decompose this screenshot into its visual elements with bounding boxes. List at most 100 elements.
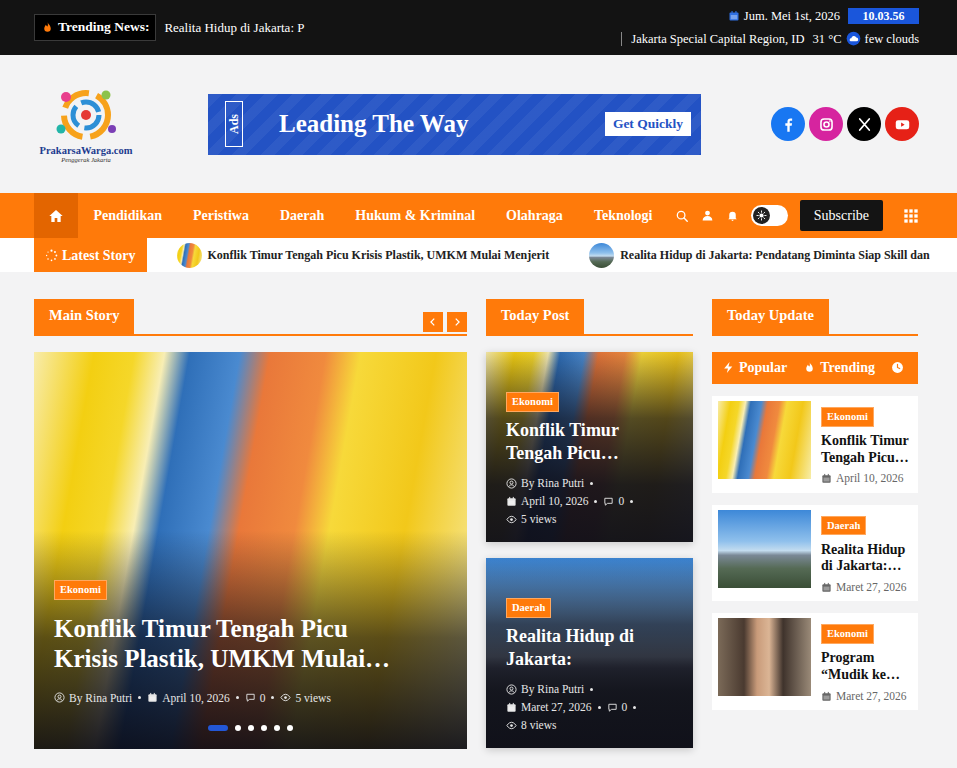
toggle-knob [753, 207, 770, 224]
nav-item[interactable]: Teknologi [578, 193, 668, 238]
nav-item[interactable]: Hukum & Kriminal [340, 193, 491, 238]
social-button[interactable] [885, 107, 919, 141]
chevron-left-icon [428, 317, 438, 327]
slider-arrows [423, 312, 467, 334]
category-tag[interactable]: Ekonomi [54, 580, 107, 600]
section-header: Today Post [486, 299, 693, 336]
theme-toggle[interactable] [751, 205, 788, 226]
post-title[interactable]: Realita Hidup di Jakarta: [506, 625, 673, 671]
weather-text: few clouds [865, 30, 920, 49]
x-icon [855, 115, 874, 134]
top-bar: Trending News: Realita Hidup di Jakarta: … [0, 0, 957, 55]
logo-icon [49, 85, 123, 145]
trending-headline[interactable]: Realita Hidup di Jakarta: P [164, 18, 304, 38]
latest-thumb[interactable] [589, 243, 614, 268]
latest-title[interactable]: Konflik Timur Tengah Picu Krisis Plastik… [208, 246, 550, 264]
latest-title[interactable]: Realita Hidup di Jakarta: Pendatang Dimi… [620, 246, 929, 264]
update-tab[interactable] [891, 361, 904, 374]
post-title[interactable]: Realita Hidup di Jakarta:… [821, 542, 912, 576]
category-tag[interactable]: Ekonomi [506, 392, 559, 412]
view-count: 5 views [295, 689, 330, 707]
update-item[interactable]: EkonomiKonflik Timur Tengah Picu…April 1… [712, 396, 918, 493]
subscribe-button[interactable]: Subscribe [800, 200, 883, 231]
post-title[interactable]: Program “Mudik ke… [821, 650, 912, 684]
slider-dots [54, 725, 447, 731]
nav-item[interactable]: Pendidikan [78, 193, 177, 238]
comment-count[interactable]: 0 [622, 698, 628, 716]
comment-icon [245, 692, 256, 703]
grid-menu-icon[interactable] [903, 208, 919, 224]
spinner-icon [45, 249, 58, 262]
eye-icon [280, 692, 291, 703]
post-meta: By Rina Putri April 10, 2026 0 5 views [54, 689, 447, 707]
category-tag[interactable]: Ekonomi [821, 624, 874, 644]
update-item[interactable]: Daerah Realita Hidup di Jakarta:… Maret 27… [712, 505, 918, 602]
comment-count[interactable]: 0 [260, 689, 266, 707]
category-tag[interactable]: Ekonomi [821, 407, 874, 427]
author-name[interactable]: By Rina Putri [521, 680, 584, 698]
update-item[interactable]: EkonomiProgram “Mudik ke…Maret 27, 2026 [712, 613, 918, 710]
slider-dot[interactable] [287, 725, 293, 731]
slider-dot[interactable] [261, 725, 267, 731]
section-header: Main Story [34, 299, 467, 336]
slider-dot[interactable] [235, 725, 241, 731]
comment-count[interactable]: 0 [618, 492, 624, 510]
photo[interactable] [718, 618, 811, 696]
photo[interactable] [718, 401, 811, 479]
post-card[interactable]: Daerah Realita Hidup di Jakarta: By Rina P… [486, 558, 693, 748]
post-title[interactable]: Konflik Timur Tengah Picu… [506, 419, 673, 465]
slider-dot[interactable] [274, 725, 280, 731]
logo-text[interactable]: PrakarsaWarga.com [39, 145, 132, 157]
calendar-icon [506, 702, 517, 713]
post-meta: By Rina PutriApril 10, 2026 0 5 views [506, 474, 673, 528]
home-button[interactable] [34, 193, 78, 238]
thumbnail[interactable] [718, 401, 811, 479]
meta-item: By Rina Putri [506, 474, 599, 492]
social-button[interactable] [809, 107, 843, 141]
category-tag[interactable]: Daerah [506, 598, 551, 618]
update-tab[interactable]: Trending [803, 357, 875, 378]
view-count: 5 views [521, 510, 556, 528]
next-button[interactable] [447, 312, 467, 332]
trending-label-text: Trending News: [58, 17, 149, 37]
post-date[interactable]: Maret 27, 2026 [521, 698, 592, 716]
eye-icon [506, 720, 517, 731]
category-tag[interactable]: Daerah [821, 516, 866, 536]
prev-button[interactable] [423, 312, 443, 332]
post-date: Maret 27, 2026 [821, 579, 912, 596]
search-icon[interactable] [675, 209, 689, 223]
tab-label[interactable]: Popular [739, 357, 787, 378]
nav-item[interactable]: Olahraga [491, 193, 579, 238]
social-button[interactable] [771, 107, 805, 141]
story-title[interactable]: Konflik Timur Tengah Picu Krisis Plastik… [54, 614, 414, 675]
social-kind [779, 115, 798, 134]
user-icon[interactable] [701, 209, 714, 222]
ad-button[interactable]: Get Quickly [605, 112, 691, 136]
main-story-card[interactable]: Ekonomi Konflik Timur Tengah Picu Krisis … [34, 352, 467, 749]
ad-banner[interactable]: AdsLeading The WayGet Quickly [208, 94, 701, 155]
photo[interactable] [718, 510, 811, 588]
post-date[interactable]: April 10, 2026 [521, 492, 588, 510]
post-title[interactable]: Konflik Timur Tengah Picu… [821, 433, 912, 467]
nav-item[interactable]: Daerah [264, 193, 339, 238]
tab-label[interactable]: Trending [820, 357, 875, 378]
ad-tag: Ads [225, 101, 243, 147]
slider-dot[interactable] [248, 725, 254, 731]
latest-item[interactable]: Realita Hidup di Jakarta: Pendatang Dimi… [589, 243, 929, 268]
nav-item[interactable]: Peristiwa [177, 193, 264, 238]
post-card[interactable]: Ekonomi Konflik Timur Tengah Picu… By Rina… [486, 352, 693, 542]
update-tabs: Popular Trending [712, 352, 918, 384]
bell-icon[interactable] [726, 209, 739, 222]
thumbnail[interactable] [718, 618, 811, 696]
latest-item[interactable]: Konflik Timur Tengah Picu Krisis Plastik… [177, 243, 550, 268]
thumbnail[interactable] [718, 510, 811, 588]
update-tab[interactable]: Popular [722, 357, 787, 378]
author-name[interactable]: By Rina Putri [69, 689, 132, 707]
latest-thumb[interactable] [177, 243, 202, 268]
slider-dot[interactable] [208, 725, 228, 731]
site-header: PrakarsaWarga.comPenggerak Jakarta AdsLea… [0, 55, 957, 193]
site-logo[interactable]: PrakarsaWarga.comPenggerak Jakarta [34, 85, 138, 164]
post-date[interactable]: April 10, 2026 [162, 689, 229, 707]
social-button[interactable] [847, 107, 881, 141]
author-name[interactable]: By Rina Putri [521, 474, 584, 492]
